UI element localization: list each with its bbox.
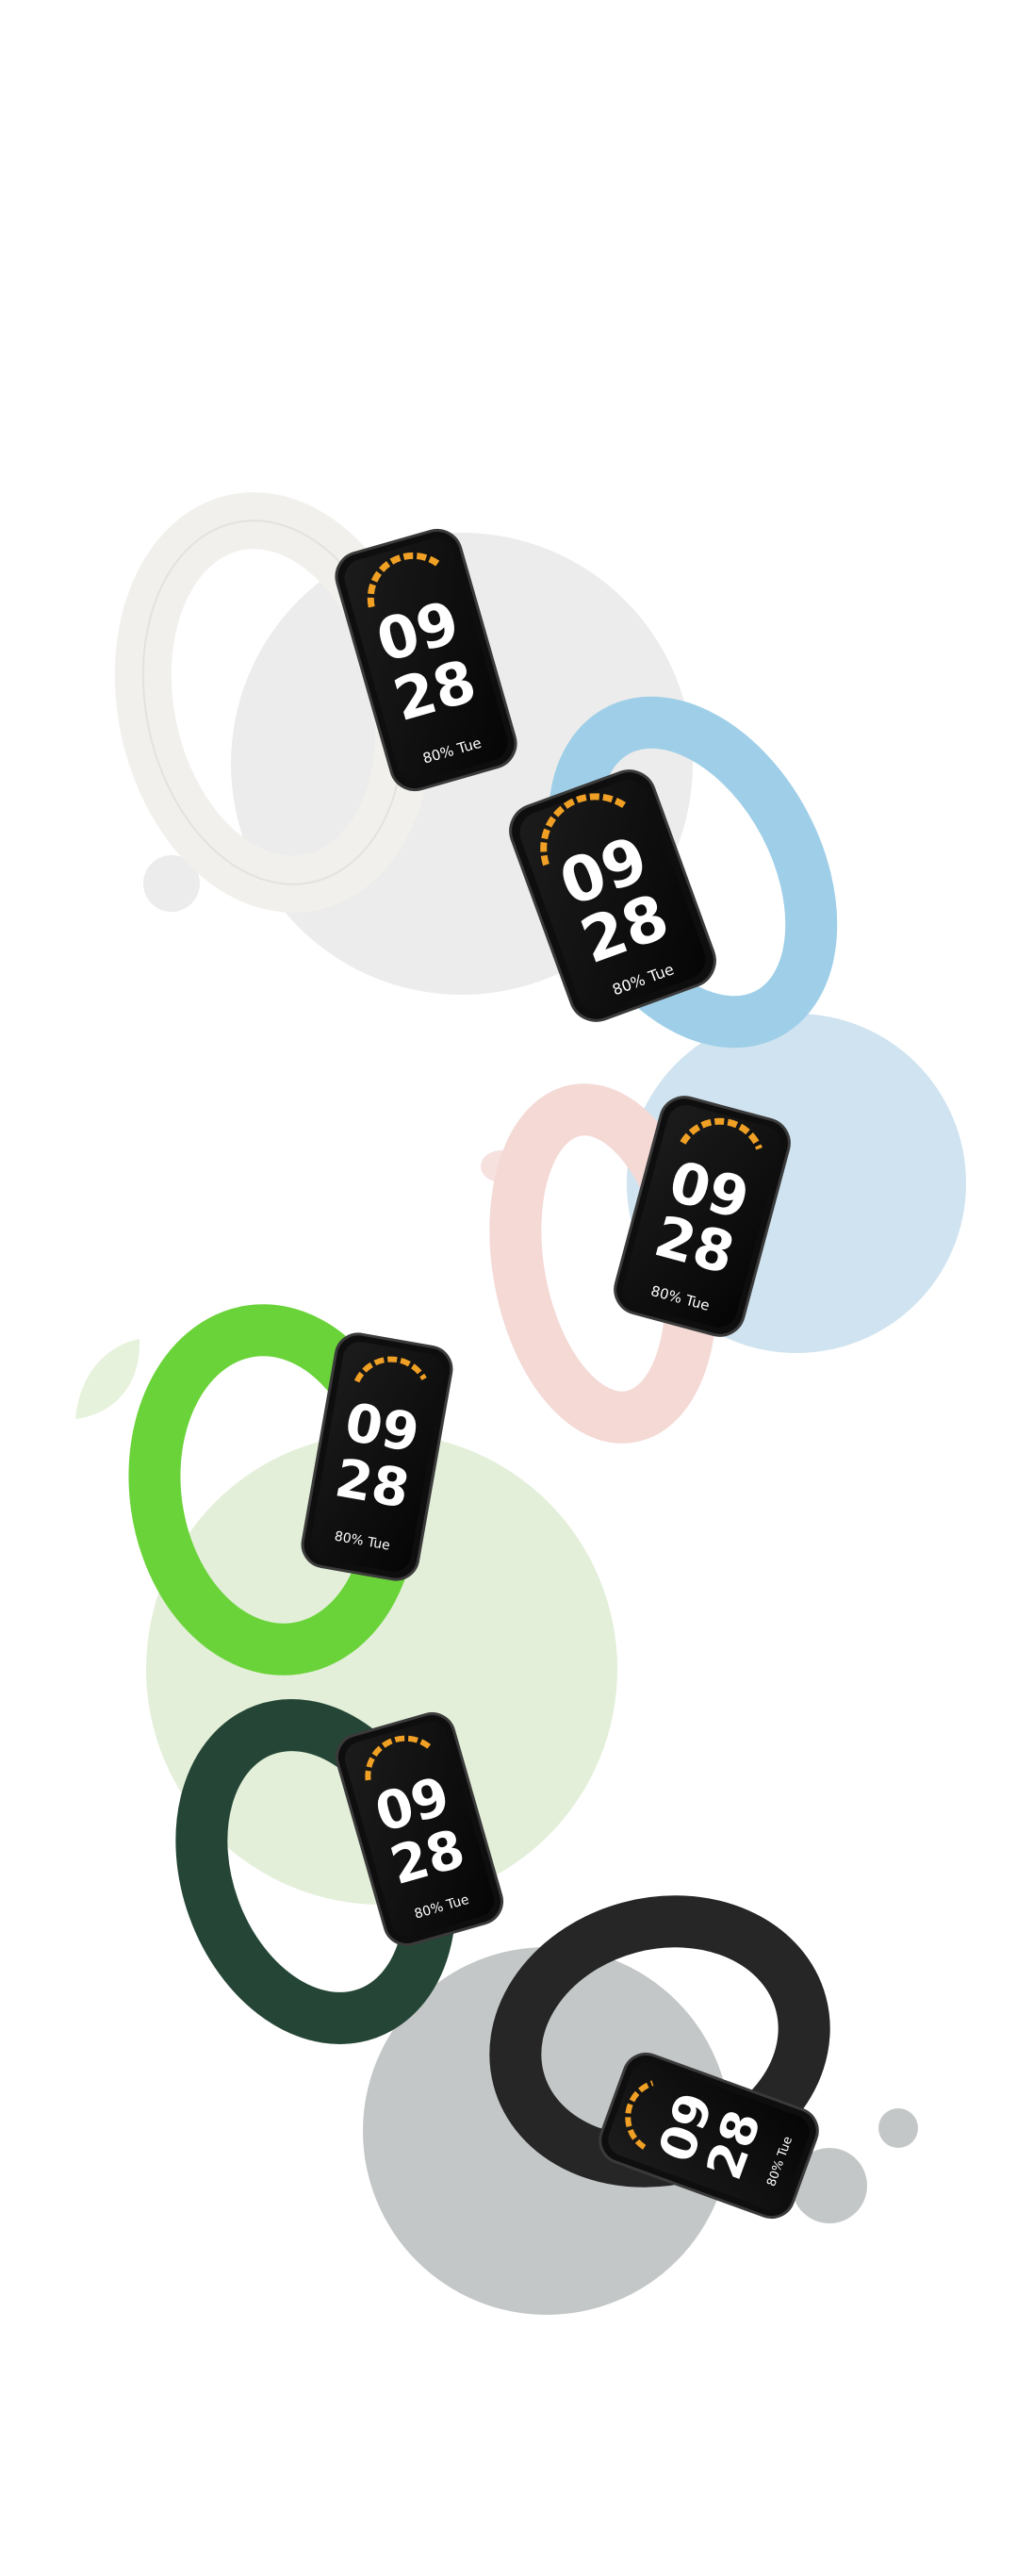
pink-band-watch: 09 28 80% Tue <box>489 1083 791 1444</box>
green-watch-minute: 28 <box>331 1447 414 1521</box>
green-leaf <box>75 1339 140 1419</box>
gray-dot-small <box>878 2108 918 2148</box>
product-showcase: 09 28 80% Tue 09 28 80% Tue 09 28 80% Tu… <box>75 492 966 2315</box>
